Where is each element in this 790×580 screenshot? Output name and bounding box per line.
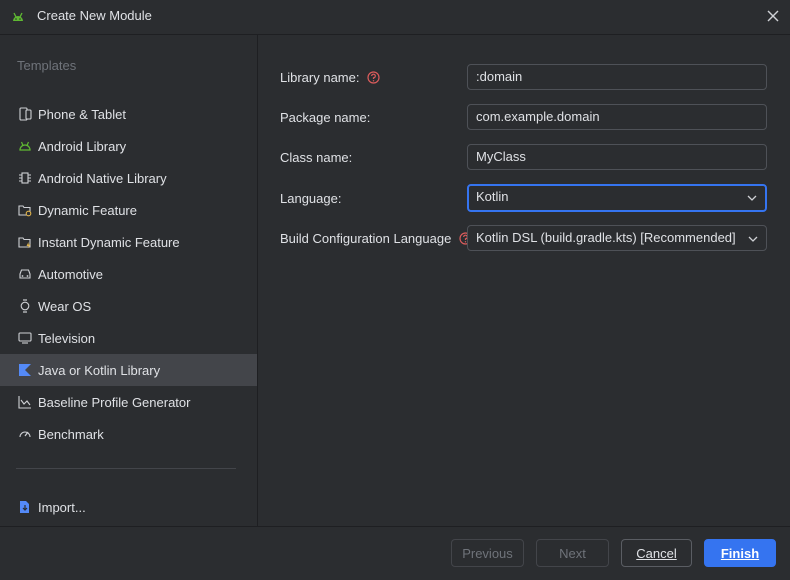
package-name-field[interactable]: com.example.domain <box>467 104 767 130</box>
car-icon <box>19 269 31 279</box>
package-name-row: Package name: com.example.domain <box>280 104 780 132</box>
profile-chart-icon <box>18 396 31 409</box>
import-file-icon <box>20 501 29 513</box>
folder-gear-icon <box>18 205 32 217</box>
sidebar-item-instant-dynamic-feature[interactable]: Instant Dynamic Feature <box>0 226 257 258</box>
sidebar-item-label: Television <box>38 330 96 346</box>
sidebar-item-label: Instant Dynamic Feature <box>38 234 180 250</box>
chevron-down-icon <box>747 195 757 201</box>
folder-bolt-icon <box>18 237 31 249</box>
sidebar-item-television[interactable]: Television <box>0 322 257 354</box>
dialog-footer: Previous Next Cancel Finish <box>0 526 790 580</box>
sidebar-item-java-kotlin-library[interactable]: Java or Kotlin Library <box>0 354 257 386</box>
next-button[interactable]: Next <box>536 539 609 567</box>
library-name-field[interactable]: :domain <box>467 64 767 90</box>
sidebar-item-dynamic-feature[interactable]: Dynamic Feature <box>0 194 257 226</box>
language-select[interactable]: Kotlin <box>467 184 767 212</box>
sidebar-item-label: Wear OS <box>38 298 92 314</box>
phone-tablet-icon <box>19 107 32 121</box>
sidebar-item-label: Automotive <box>38 266 104 282</box>
build-config-language-label: Build Configuration Language <box>280 231 472 246</box>
sidebar-item-phone-tablet[interactable]: Phone & Tablet <box>0 98 257 130</box>
library-name-label: Library name: <box>280 70 380 85</box>
android-studio-icon <box>13 12 23 21</box>
cancel-button-label: Cancel <box>636 546 677 561</box>
sidebar-item-android-native-library[interactable]: Android Native Library <box>0 162 257 194</box>
sidebar-item-label: Benchmark <box>38 426 104 442</box>
templates-sidebar: Templates Phone & Tablet Android Library… <box>0 35 258 526</box>
build-config-language-select[interactable]: Kotlin DSL (build.gradle.kts) [Recommend… <box>467 225 767 251</box>
build-config-language-row: Build Configuration Language Kotlin DSL … <box>280 225 780 253</box>
templates-section-label: Templates <box>17 58 77 73</box>
language-select-value: Kotlin <box>476 189 509 204</box>
library-name-row: Library name: :domain <box>280 64 780 92</box>
sidebar-divider <box>16 468 236 469</box>
build-config-language-label-text: Build Configuration Language <box>280 231 452 246</box>
cancel-button[interactable]: Cancel <box>621 539 692 567</box>
import-label: Import... <box>38 499 86 515</box>
sidebar-item-benchmark[interactable]: Benchmark <box>0 418 257 450</box>
library-name-label-text: Library name: <box>280 70 360 85</box>
gauge-icon <box>19 431 31 438</box>
language-label: Language: <box>280 191 342 206</box>
sidebar-item-wear-os[interactable]: Wear OS <box>0 290 257 322</box>
sidebar-item-label: Dynamic Feature <box>38 202 137 218</box>
module-config-form: Library name: :domain Package name: com.… <box>258 35 790 526</box>
sidebar-item-label: Phone & Tablet <box>38 106 126 122</box>
sidebar-item-baseline-profile-generator[interactable]: Baseline Profile Generator <box>0 386 257 418</box>
class-name-row: Class name: MyClass <box>280 144 780 172</box>
class-name-field[interactable]: MyClass <box>467 144 767 170</box>
watch-icon <box>20 299 30 313</box>
sidebar-item-label: Android Library <box>38 138 127 154</box>
title-bar: Create New Module <box>0 0 790 35</box>
sidebar-item-automotive[interactable]: Automotive <box>0 258 257 290</box>
class-name-label: Class name: <box>280 150 353 165</box>
chevron-down-icon <box>748 236 758 242</box>
sidebar-item-label: Baseline Profile Generator <box>38 394 191 410</box>
chip-icon <box>19 172 31 184</box>
finish-button[interactable]: Finish <box>704 539 776 567</box>
kotlin-icon <box>19 364 31 376</box>
import-button[interactable]: Import... <box>0 491 257 523</box>
close-icon[interactable] <box>764 7 782 25</box>
package-name-label: Package name: <box>280 110 371 125</box>
sidebar-item-label: Android Native Library <box>38 170 167 186</box>
android-icon <box>19 141 31 151</box>
sidebar-item-android-library[interactable]: Android Library <box>0 130 257 162</box>
help-icon[interactable] <box>367 71 380 84</box>
tv-icon <box>18 332 32 344</box>
sidebar-item-label: Java or Kotlin Library <box>38 362 161 378</box>
finish-button-label: Finish <box>720 546 760 561</box>
previous-button[interactable]: Previous <box>451 539 524 567</box>
window-title: Create New Module <box>37 8 152 23</box>
build-config-language-value: Kotlin DSL (build.gradle.kts) [Recommend… <box>476 230 736 245</box>
language-row: Language: Kotlin <box>280 184 780 212</box>
